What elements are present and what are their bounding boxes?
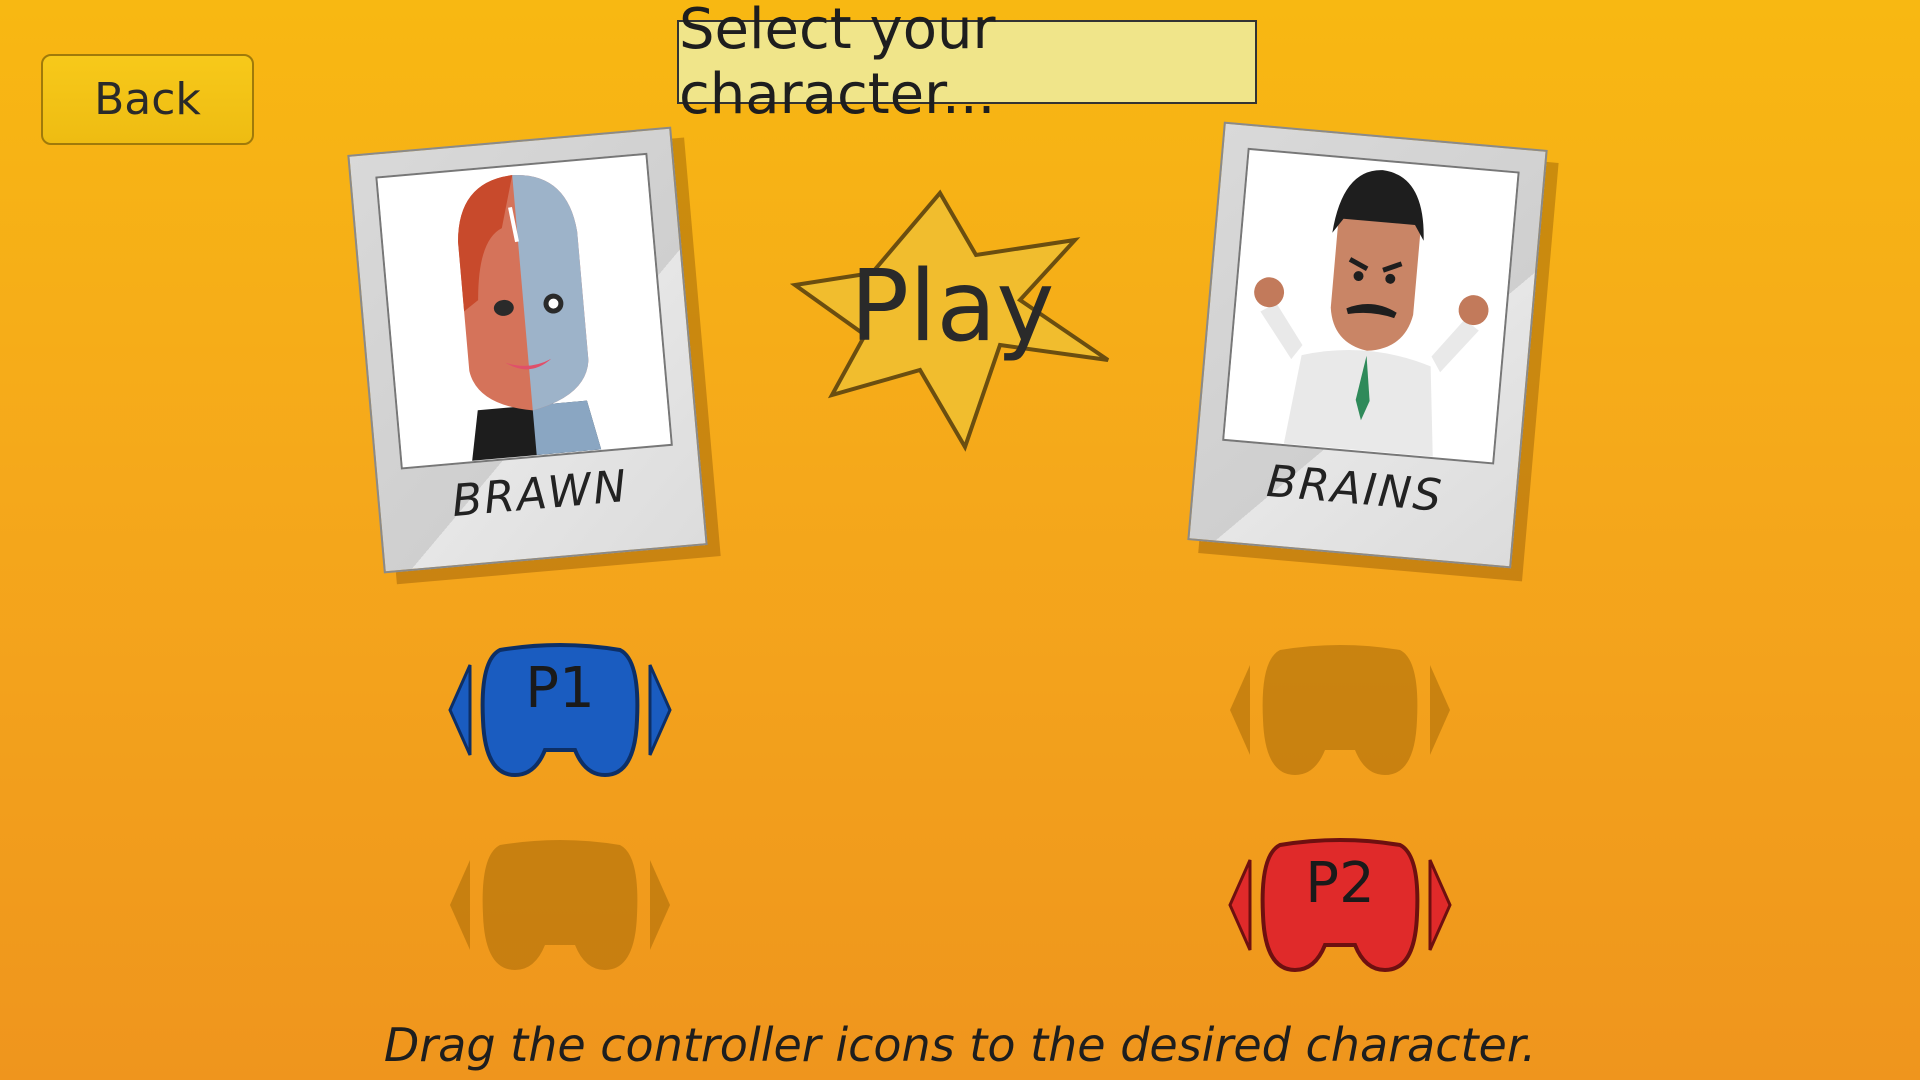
brawn-portrait — [375, 152, 673, 470]
p2-controller[interactable]: P2 — [1225, 835, 1455, 975]
p1-controller[interactable]: P1 — [445, 640, 675, 780]
gamepad-placeholder-icon — [1230, 645, 1450, 775]
p1-slot-alt — [445, 835, 675, 975]
page-title: Select your character... — [677, 0, 1257, 127]
play-button[interactable] — [789, 185, 1110, 455]
p2-slot-brains — [1225, 640, 1455, 780]
brains-portrait — [1222, 147, 1520, 465]
gamepad-icon — [1228, 838, 1452, 973]
character-card-brawn[interactable]: BRAWN — [347, 126, 708, 574]
character-card-brains[interactable]: BRAINS — [1187, 121, 1548, 569]
back-button[interactable]: Back — [41, 54, 254, 145]
gamepad-icon — [448, 643, 672, 778]
instruction-text: Drag the controller icons to the desired… — [383, 1018, 1537, 1072]
star-icon — [789, 189, 1110, 452]
gamepad-placeholder-icon — [450, 840, 670, 970]
